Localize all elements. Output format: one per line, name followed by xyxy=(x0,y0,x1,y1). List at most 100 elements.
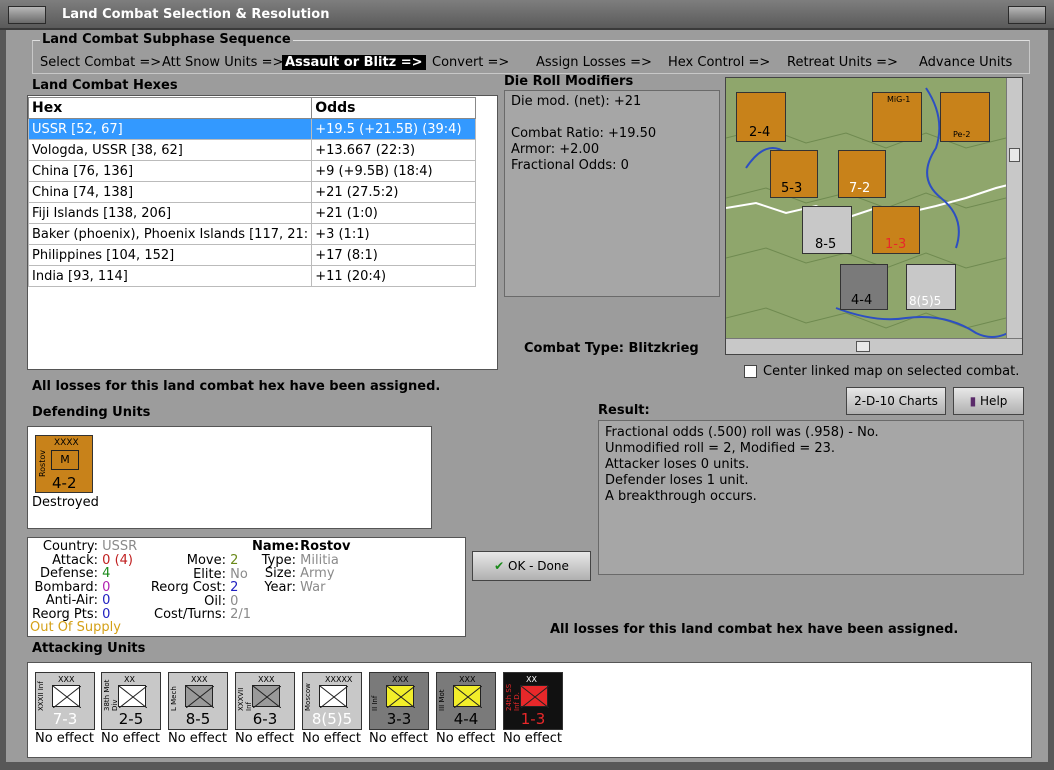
attacker-counter[interactable]: XX 24th SS Inf D. 1-3 xyxy=(503,672,563,730)
sequence-title: Land Combat Subphase Sequence xyxy=(40,32,293,47)
table-row[interactable]: Baker (phoenix), Phoenix Islands [117, 2… xyxy=(27,223,477,245)
infantry-cross-icon xyxy=(319,685,349,709)
move-key: Move: xyxy=(186,553,226,568)
attacker-effect: No effect xyxy=(168,731,228,746)
unit-stats: 3-3 xyxy=(386,710,412,728)
attacker-counter[interactable]: XXXXX Moscow 8(5)5 xyxy=(302,672,362,730)
map-horizontal-scroll-thumb[interactable] xyxy=(856,341,870,352)
counter-stats: 8(5)5 xyxy=(909,294,942,308)
modifier-line: Armor: +2.00 xyxy=(511,142,600,157)
book-icon: ▮ xyxy=(969,394,977,408)
map-counter[interactable]: 4-4 xyxy=(840,264,888,310)
unit-name: III Mot xyxy=(438,689,446,712)
attacker-counter[interactable]: XXX II Inf 3-3 xyxy=(369,672,429,730)
ok-done-button[interactable]: ✔ OK - Done xyxy=(472,551,591,581)
infantry-cross-icon xyxy=(252,685,282,709)
map-horizontal-scrollbar[interactable] xyxy=(726,338,1022,354)
unit-size: XXX xyxy=(258,675,275,684)
table-row[interactable]: China [76, 136] +9 (+9.5B) (18:4) xyxy=(27,160,477,182)
hex-cell: Baker (phoenix), Phoenix Islands [117, 2… xyxy=(27,223,313,245)
attacker-counter[interactable]: XX 38th Mot Div 2-5 xyxy=(101,672,161,730)
losses-note-top: All losses for this land combat hex have… xyxy=(32,379,441,394)
antiair-key: Anti-Air: xyxy=(45,593,98,608)
unit-stats: 8-5 xyxy=(185,710,211,728)
unit-size: XXX xyxy=(459,675,476,684)
bombard-key: Bombard: xyxy=(34,579,98,595)
attacking-title: Attacking Units xyxy=(32,641,146,656)
unit-type-symbol-icon xyxy=(319,685,349,709)
map-counter[interactable]: 8-5 xyxy=(802,206,852,254)
unit-name: 38th Mot Div xyxy=(103,679,119,711)
table-row[interactable]: Vologda, USSR [38, 62] +13.667 (22:3) xyxy=(27,139,477,161)
attacker-effect: No effect xyxy=(35,731,95,746)
odds-cell: +13.667 (22:3) xyxy=(311,139,477,161)
table-row[interactable]: Philippines [104, 152] +17 (8:1) xyxy=(27,244,477,266)
map-vertical-scroll-thumb[interactable] xyxy=(1009,148,1020,162)
table-row[interactable]: China [74, 138] +21 (27.5:2) xyxy=(27,181,477,203)
defender-status: Destroyed xyxy=(32,495,99,510)
table-row[interactable]: Fiji Islands [138, 206] +21 (1:0) xyxy=(27,202,477,224)
system-menu-button[interactable] xyxy=(8,6,46,24)
infantry-cross-icon xyxy=(185,685,215,709)
map-counter[interactable]: 2-4 xyxy=(736,92,786,142)
attacker-counter[interactable]: XXX III Mot 4-4 xyxy=(436,672,496,730)
losses-note-bottom: All losses for this land combat hex have… xyxy=(550,622,959,637)
attacker-effect: No effect xyxy=(503,731,563,746)
hex-cell: USSR [52, 67] xyxy=(27,118,313,140)
defender-counter[interactable]: XXXX Rostov M 4-2 xyxy=(35,435,93,493)
column-header-hex[interactable]: Hex xyxy=(27,97,313,119)
unit-stats: 7-3 xyxy=(52,710,78,728)
country-key: Country: xyxy=(42,539,98,554)
table-row[interactable]: USSR [52, 67] +19.5 (+21.5B) (39:4) xyxy=(27,118,477,140)
attacker-counter[interactable]: XXX L Mech 8-5 xyxy=(168,672,228,730)
unit-type-symbol-icon xyxy=(52,685,82,709)
counter-stats: 2-4 xyxy=(749,125,771,140)
hex-cell: China [74, 138] xyxy=(27,181,313,203)
defending-title: Defending Units xyxy=(32,405,151,420)
ok-done-label: OK - Done xyxy=(508,559,569,573)
unit-info-left: Country: USSR Attack: 0 (4) Defense: 4 B… xyxy=(30,540,137,635)
map-counter[interactable]: 8(5)5 xyxy=(906,264,956,310)
infantry-cross-icon xyxy=(386,685,416,709)
hex-cell: China [76, 136] xyxy=(27,160,313,182)
attack-value-alt: (4) xyxy=(114,552,133,568)
unit-stats: 1-3 xyxy=(520,710,546,728)
result-title: Result: xyxy=(598,403,650,418)
unit-name: II Inf xyxy=(371,695,379,711)
map-counter[interactable]: 7-2 xyxy=(838,150,886,198)
unit-type-symbol-icon xyxy=(185,685,215,709)
unit-stats: 2-5 xyxy=(118,710,144,728)
modifier-line: Fractional Odds: 0 xyxy=(511,158,629,173)
odds-cell: +17 (8:1) xyxy=(311,244,477,266)
year-value: War xyxy=(300,579,326,595)
attacker-counter[interactable]: XXX XXXII Inf 7-3 xyxy=(35,672,95,730)
table-row[interactable]: India [93, 114] +11 (20:4) xyxy=(27,265,477,287)
center-linked-checkbox[interactable] xyxy=(744,365,757,378)
unit-size: XX xyxy=(124,675,135,684)
attacker-counter[interactable]: XXX XXXVII Inf 6-3 xyxy=(235,672,295,730)
infantry-cross-icon xyxy=(453,685,483,709)
map-counter[interactable]: Pe-2 xyxy=(940,92,990,142)
odds-cell: +3 (1:1) xyxy=(311,223,477,245)
help-button[interactable]: ▮ Help xyxy=(953,387,1024,415)
unit-type-symbol-icon xyxy=(453,685,483,709)
map-counter[interactable]: 5-3 xyxy=(770,150,818,198)
column-header-odds[interactable]: Odds xyxy=(311,97,477,119)
odds-cell: +9 (+9.5B) (18:4) xyxy=(311,160,477,182)
map-counter[interactable]: 1-3 xyxy=(872,206,920,254)
unit-name: L Mech xyxy=(170,686,178,711)
charts-button[interactable]: 2-D-10 Charts xyxy=(846,387,946,415)
result-line: Unmodified roll = 2, Modified = 23. xyxy=(605,441,836,456)
combat-type-key: Combat Type: xyxy=(524,341,624,356)
unit-size: XXX xyxy=(58,675,75,684)
combat-map[interactable]: 2-4 MiG-1 Pe-2 5-3 7-2 8-5 1-3 4-4 8(5)5 xyxy=(725,77,1023,355)
unit-name: Rostov xyxy=(38,450,47,478)
close-window-button[interactable] xyxy=(1008,6,1046,24)
map-counter[interactable]: MiG-1 xyxy=(872,92,922,142)
result-line: Fractional odds (.500) roll was (.958) -… xyxy=(605,425,879,440)
reorg-pts-key: Reorg Pts: xyxy=(32,606,98,622)
step-retreat-units: Retreat Units => xyxy=(787,55,898,70)
map-vertical-scrollbar[interactable] xyxy=(1006,78,1022,340)
hexes-title: Land Combat Hexes xyxy=(32,78,178,93)
supply-status: Out Of Supply xyxy=(30,620,121,635)
